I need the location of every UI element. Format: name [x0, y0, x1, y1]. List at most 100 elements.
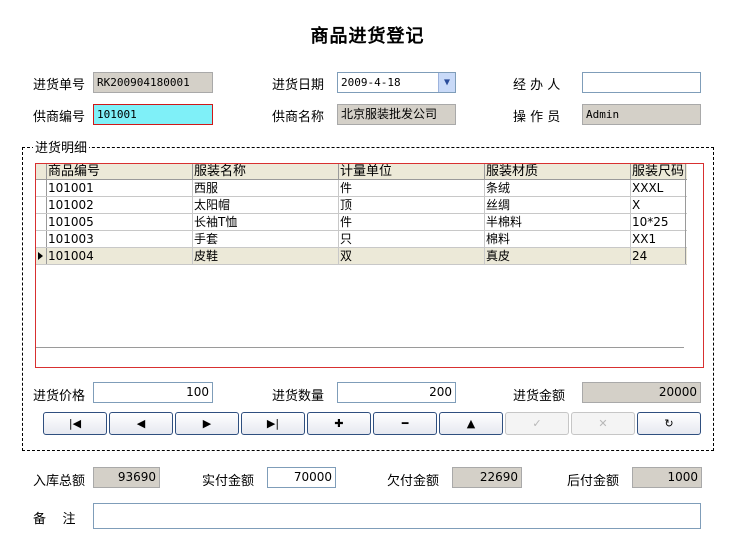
table-cell[interactable]: 真皮: [485, 248, 631, 264]
table-cell[interactable]: 皮鞋: [193, 248, 339, 264]
later-field[interactable]: 1000: [632, 467, 702, 488]
edit-record-button[interactable]: ▲: [439, 412, 503, 435]
later-label: 后付金额: [567, 474, 620, 489]
table-row[interactable]: 101001 西服 件 条绒 XXXL: [36, 180, 687, 197]
table-cell[interactable]: XXXL: [631, 180, 687, 196]
first-record-button[interactable]: |◀: [43, 412, 107, 435]
handler-field[interactable]: [582, 72, 701, 93]
table-cell[interactable]: 101001: [47, 180, 193, 196]
supplier-name-label: 供商名称: [272, 110, 325, 125]
last-record-button[interactable]: ▶|: [241, 412, 305, 435]
current-row-arrow-icon: [38, 252, 43, 260]
table-cell[interactable]: 101002: [47, 197, 193, 213]
row-indicator: [36, 197, 47, 213]
price-label: 进货价格: [33, 389, 86, 404]
table-cell[interactable]: 棉料: [485, 231, 631, 247]
table-cell[interactable]: 10*25: [631, 214, 687, 230]
amount-label: 进货金额: [513, 389, 566, 404]
column-header[interactable]: 服装尺码: [631, 164, 687, 179]
table-cell[interactable]: 顶: [339, 197, 485, 213]
column-header[interactable]: 计量单位: [339, 164, 485, 179]
table-cell[interactable]: 太阳帽: [193, 197, 339, 213]
grid-bottom-divider: [36, 347, 684, 348]
total-field[interactable]: 93690: [93, 467, 160, 488]
table-cell[interactable]: XX1: [631, 231, 687, 247]
details-group-title: 进货明细: [33, 137, 90, 156]
table-cell[interactable]: 101005: [47, 214, 193, 230]
table-cell[interactable]: 半棉料: [485, 214, 631, 230]
supplier-code-label: 供商编号: [33, 110, 86, 125]
remark-field[interactable]: [93, 503, 701, 529]
table-cell[interactable]: 手套: [193, 231, 339, 247]
column-header[interactable]: 服装名称: [193, 164, 339, 179]
table-cell[interactable]: 101004: [47, 248, 193, 264]
operator-field[interactable]: Admin: [582, 104, 701, 125]
supplier-code-field[interactable]: 101001: [93, 104, 213, 125]
page-title: 商品进货登记: [310, 26, 425, 47]
remark-label: 备 注: [33, 512, 76, 527]
chevron-down-icon[interactable]: ▼: [438, 73, 455, 92]
check-icon: ✓: [532, 417, 542, 430]
table-cell[interactable]: 只: [339, 231, 485, 247]
next-icon: ▶: [202, 417, 212, 430]
owed-field[interactable]: 22690: [452, 467, 522, 488]
table-cell[interactable]: X: [631, 197, 687, 213]
operator-label: 操 作 员: [513, 110, 561, 125]
up-triangle-icon: ▲: [466, 417, 476, 430]
date-value: 2009-4-18: [341, 76, 401, 89]
header-indicator: [36, 164, 47, 179]
table-cell[interactable]: 101003: [47, 231, 193, 247]
column-header[interactable]: 商品编号: [47, 164, 193, 179]
supplier-name-field[interactable]: 北京服装批发公司: [337, 104, 456, 125]
row-indicator: [36, 231, 47, 247]
table-row-selected[interactable]: 101004 皮鞋 双 真皮 24: [36, 248, 687, 265]
last-icon: ▶|: [266, 417, 280, 430]
delete-record-button[interactable]: ━: [373, 412, 437, 435]
column-header[interactable]: 服装材质: [485, 164, 631, 179]
x-icon: ✕: [598, 417, 608, 430]
add-record-button[interactable]: ✚: [307, 412, 371, 435]
quantity-label: 进货数量: [272, 389, 325, 404]
cancel-record-button[interactable]: ✕: [571, 412, 635, 435]
table-cell[interactable]: 长袖T恤: [193, 214, 339, 230]
date-label: 进货日期: [272, 78, 325, 93]
grid-content: 商品编号 服装名称 计量单位 服装材质 服装尺码 101001 西服 件 条绒 …: [36, 164, 687, 265]
order-no-field[interactable]: RK200904180001: [93, 72, 213, 93]
amount-field[interactable]: 20000: [582, 382, 701, 403]
plus-icon: ✚: [334, 417, 344, 430]
table-cell[interactable]: 件: [339, 214, 485, 230]
grid-scroll-divider: [685, 164, 686, 264]
post-record-button[interactable]: ✓: [505, 412, 569, 435]
row-indicator: [36, 248, 47, 264]
minus-icon: ━: [401, 417, 409, 430]
table-cell[interactable]: 24: [631, 248, 687, 264]
next-record-button[interactable]: ▶: [175, 412, 239, 435]
handler-label: 经 办 人: [513, 78, 561, 93]
grid-header: 商品编号 服装名称 计量单位 服装材质 服装尺码: [36, 164, 687, 180]
details-grid[interactable]: 商品编号 服装名称 计量单位 服装材质 服装尺码 101001 西服 件 条绒 …: [35, 163, 704, 368]
refresh-icon: ↻: [664, 417, 674, 430]
quantity-field[interactable]: 200: [337, 382, 456, 403]
table-row[interactable]: 101003 手套 只 棉料 XX1: [36, 231, 687, 248]
table-cell[interactable]: 件: [339, 180, 485, 196]
first-icon: |◀: [68, 417, 82, 430]
table-cell[interactable]: 丝绸: [485, 197, 631, 213]
refresh-button[interactable]: ↻: [637, 412, 701, 435]
table-cell[interactable]: 条绒: [485, 180, 631, 196]
prev-record-button[interactable]: ◀: [109, 412, 173, 435]
order-no-label: 进货单号: [33, 78, 86, 93]
table-cell[interactable]: 双: [339, 248, 485, 264]
total-label: 入库总额: [33, 474, 86, 489]
paid-field[interactable]: 70000: [267, 467, 336, 488]
record-navigator: |◀ ◀ ▶ ▶| ✚ ━ ▲ ✓ ✕ ↻: [43, 412, 701, 435]
price-field[interactable]: 100: [93, 382, 213, 403]
row-indicator: [36, 180, 47, 196]
table-row[interactable]: 101002 太阳帽 顶 丝绸 X: [36, 197, 687, 214]
paid-label: 实付金额: [202, 474, 255, 489]
prev-icon: ◀: [136, 417, 146, 430]
row-indicator: [36, 214, 47, 230]
table-cell[interactable]: 西服: [193, 180, 339, 196]
date-picker[interactable]: 2009-4-18 ▼: [337, 72, 456, 93]
table-row[interactable]: 101005 长袖T恤 件 半棉料 10*25: [36, 214, 687, 231]
owed-label: 欠付金额: [387, 474, 440, 489]
